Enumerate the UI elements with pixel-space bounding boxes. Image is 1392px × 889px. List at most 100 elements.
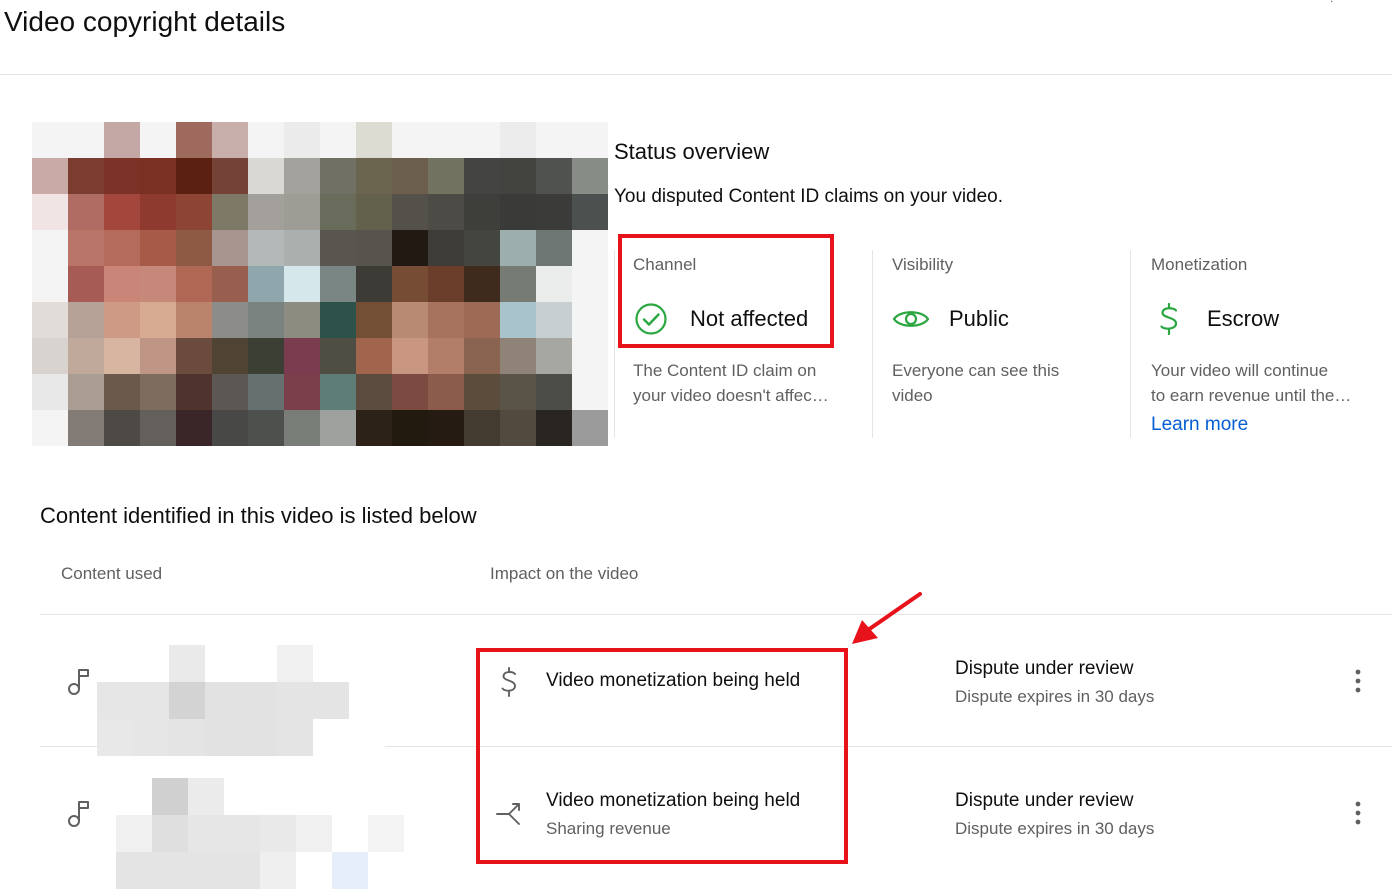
music-note-icon [68,669,89,695]
thumbnail-pixel [284,338,320,374]
thumbnail-pixel [536,410,572,446]
thumbnail-pixel [212,302,248,338]
thumbnail-pixel [176,230,212,266]
thumbnail-pixel [536,122,572,158]
thumbnail-pixel [176,302,212,338]
thumbnail-pixel [464,302,500,338]
highlight-box-impact [476,648,848,864]
thumbnail-pixel [212,374,248,410]
thumbnail-pixel [68,338,104,374]
highlight-box-channel [618,234,834,348]
thumbnail-pixel [68,158,104,194]
blur-pixel [188,852,224,889]
monetization-note: Your video will continue to earn revenue… [1151,361,1352,405]
blur-pixel [296,815,332,852]
blur-pixel [152,778,188,815]
blur-pixel [133,645,169,682]
blur-pixel [152,852,188,889]
thumbnail-pixel [104,158,140,194]
thumbnail-pixel [392,158,428,194]
thumbnail-pixel [140,410,176,446]
thumbnail-pixel [104,194,140,230]
close-icon[interactable]: ˙ [1330,0,1335,14]
thumbnail-pixel [356,410,392,446]
blur-pixel [313,645,349,682]
thumbnail-pixel [536,338,572,374]
thumbnail-pixel [572,338,608,374]
thumbnail-pixel [68,194,104,230]
thumbnail-pixel [284,266,320,302]
thumbnail-pixel [176,194,212,230]
blur-pixel [277,645,313,682]
thumbnail-pixel [536,374,572,410]
blur-pixel [116,815,152,852]
thumbnail-pixel [428,194,464,230]
blur-pixel [188,778,224,815]
thumbnail-pixel [536,194,572,230]
thumbnail-pixel [392,302,428,338]
thumbnail-pixel [248,338,284,374]
thumbnail-pixel [320,302,356,338]
column-divider [872,250,873,438]
thumbnail-pixel [572,266,608,302]
thumbnail-pixel [212,194,248,230]
thumbnail-pixel [320,194,356,230]
thumbnail-pixel [248,194,284,230]
thumbnail-pixel [248,374,284,410]
monetization-label: Monetization [1151,255,1248,274]
blur-pixel [296,852,332,889]
thumbnail-pixel [536,230,572,266]
thumbnail-pixel [356,230,392,266]
blur-pixel [116,852,152,889]
thumbnail-pixel [140,158,176,194]
blur-pixel [332,815,368,852]
blur-pixel [332,852,368,889]
column-divider [1130,250,1131,438]
blur-pixel [368,778,404,815]
thumbnail-pixel [356,374,392,410]
blur-pixel [152,815,188,852]
thumbnail-pixel [32,302,68,338]
thumbnail-pixel [68,122,104,158]
blur-pixel [224,815,260,852]
more-options-icon[interactable] [1346,665,1370,697]
thumbnail-pixel [176,410,212,446]
thumbnail-pixel [464,122,500,158]
thumbnail-pixel [464,266,500,302]
thumbnail-pixel [572,374,608,410]
thumbnail-pixel [104,338,140,374]
thumbnail-pixel [428,158,464,194]
thumbnail-pixel [392,194,428,230]
more-options-icon[interactable] [1346,797,1370,829]
annotation-arrow-icon [852,592,922,644]
thumbnail-pixel [356,266,392,302]
blur-pixel [169,682,205,719]
blur-pixel [313,682,349,719]
thumbnail-pixel [176,266,212,302]
title-divider [0,74,1392,75]
thumbnail-pixel [464,194,500,230]
thumbnail-pixel [248,230,284,266]
thumbnail-pixel [284,374,320,410]
thumbnail-pixel [464,230,500,266]
thumbnail-pixel [500,194,536,230]
thumbnail-pixel [320,158,356,194]
thumbnail-pixel [428,302,464,338]
channel-note: The Content ID claim on your video doesn… [633,361,829,405]
thumbnail-pixel [464,374,500,410]
thumbnail-pixel [140,374,176,410]
visibility-note: Everyone can see this video [892,361,1060,405]
eye-icon [892,311,930,327]
thumbnail-pixel [140,122,176,158]
learn-more-link[interactable]: Learn more [1151,413,1248,437]
blur-pixel [188,815,224,852]
video-thumbnail[interactable] [32,122,608,446]
thumbnail-pixel [428,338,464,374]
thumbnail-pixel [320,338,356,374]
blur-pixel [368,815,404,852]
thumbnail-pixel [320,374,356,410]
thumbnail-pixel [500,122,536,158]
blur-pixel [224,852,260,889]
thumbnail-pixel [500,374,536,410]
thumbnail-pixel [176,158,212,194]
